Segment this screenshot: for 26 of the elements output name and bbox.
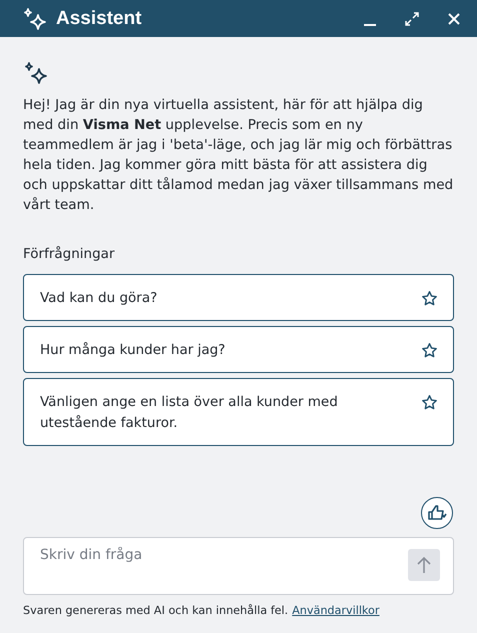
thumbs-up-icon bbox=[427, 504, 447, 522]
close-button[interactable] bbox=[447, 12, 461, 26]
suggestion-card[interactable]: Vänligen ange en lista över alla kunder med utestående fakturor. bbox=[23, 378, 454, 446]
window-title: Assistent bbox=[56, 8, 142, 30]
suggestion-text: Vad kan du göra? bbox=[40, 289, 158, 308]
sparkle-icon bbox=[23, 61, 49, 85]
suggestion-text: Hur många kunder har jag? bbox=[40, 341, 226, 360]
disclaimer-text: Svaren genereras med AI och kan innehålla fel. bbox=[23, 604, 288, 617]
send-button[interactable] bbox=[408, 549, 440, 581]
terms-link[interactable]: Användarvillkor bbox=[292, 604, 380, 617]
suggestion-card[interactable]: Hur många kunder har jag? bbox=[23, 326, 454, 373]
arrow-up-icon bbox=[417, 556, 431, 574]
star-icon[interactable] bbox=[421, 342, 438, 359]
star-icon[interactable] bbox=[421, 290, 438, 307]
suggestion-text: Vänligen ange en lista över alla kunder med utestående fakturor. bbox=[40, 393, 339, 433]
expand-button[interactable] bbox=[405, 12, 419, 26]
question-field[interactable]: Skriv din fråga bbox=[23, 537, 454, 595]
feedback-button[interactable] bbox=[421, 497, 453, 529]
minimize-icon bbox=[364, 24, 376, 26]
sparkle-icon bbox=[22, 6, 48, 30]
section-heading: Förfrågningar bbox=[23, 246, 116, 262]
suggestion-card[interactable]: Vad kan du göra? bbox=[23, 274, 454, 321]
close-icon bbox=[447, 12, 461, 26]
star-icon[interactable] bbox=[421, 394, 438, 411]
expand-icon bbox=[405, 12, 419, 26]
intro-message: Hej! Jag är din nya virtuella assistent, här för att hjälpa dig med din Visma Net upplevelse. Precis som en ny teammedlem är jag i 'beta'-läge, och jag lär mig och förbättras hela tiden. Jag kommer göra mitt bästa för att assistera dig och uppskattar ditt tålamod medan jag växer tillsammans med vårt team. bbox=[23, 96, 454, 215]
